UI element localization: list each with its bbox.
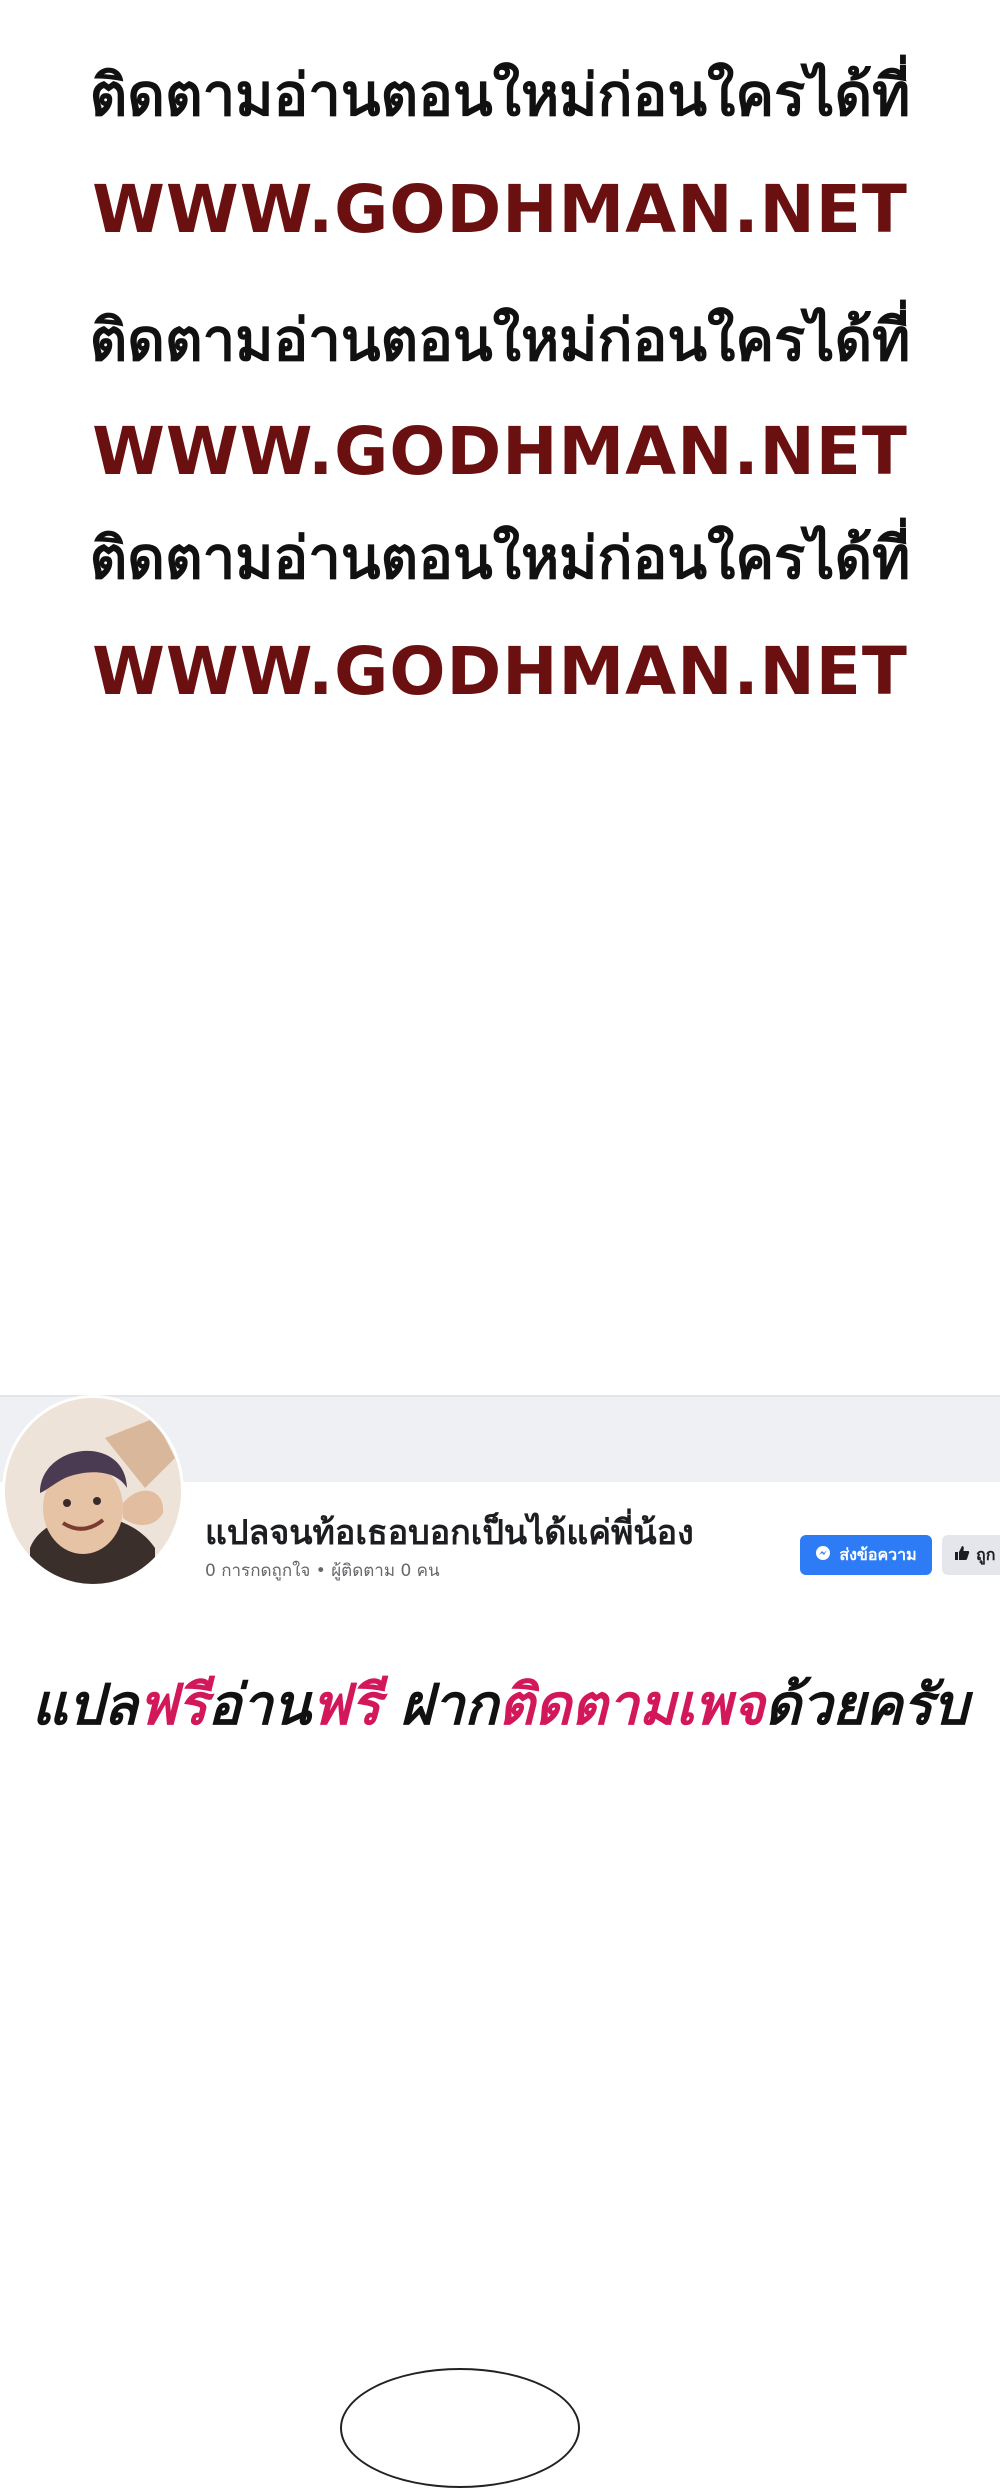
like-button[interactable]: ถูก (942, 1535, 1000, 1575)
promo-url-3[interactable]: WWW.GODHMAN.NET (0, 632, 1000, 712)
page-name[interactable]: แปลจนท้อเธอบอกเป็นได้แค่พี่น้อง (205, 1505, 694, 1559)
messenger-icon (815, 1545, 831, 1565)
cta-part-7: ด้วยครับ (764, 1673, 969, 1738)
follow-call-to-action: แปลฟรีอ่านฟรี ฝากติดตามเพจด้วยครับ (0, 1660, 1000, 1749)
cta-part-6: ติดตามเพจ (498, 1673, 765, 1738)
promo-url-2[interactable]: WWW.GODHMAN.NET (0, 412, 1000, 492)
facebook-page-banner: แปลจนท้อเธอบอกเป็นได้แค่พี่น้อง 0 การกดถ… (0, 1395, 1000, 1600)
avatar-illustration (5, 1398, 181, 1584)
like-label: ถูก (976, 1544, 996, 1564)
cta-part-4: ฟรี (310, 1673, 381, 1738)
page-avatar[interactable] (2, 1395, 184, 1587)
thumbs-up-icon (954, 1545, 970, 1565)
promo-text-1: ติดตามอ่านตอนใหม่ก่อนใครได้ที่ (89, 61, 911, 129)
promo-text-3: ติดตามอ่านตอนใหม่ก่อนใครได้ที่ (89, 524, 911, 592)
promo-url-1[interactable]: WWW.GODHMAN.NET (0, 170, 1000, 250)
page-stats: 0 การกดถูกใจ • ผู้ติดตาม 0 คน (205, 1561, 440, 1581)
cta-part-2: ฟรี (137, 1673, 208, 1738)
speech-bubble-edge (340, 2368, 580, 2488)
cta-part-1: แปล (31, 1673, 138, 1738)
cta-part-3: อ่าน (207, 1673, 311, 1738)
promo-text-2: ติดตามอ่านตอนใหม่ก่อนใครได้ที่ (89, 306, 911, 374)
send-message-label: ส่งข้อความ (839, 1544, 917, 1564)
send-message-button[interactable]: ส่งข้อความ (800, 1535, 932, 1575)
cta-part-5: ฝาก (380, 1673, 499, 1738)
